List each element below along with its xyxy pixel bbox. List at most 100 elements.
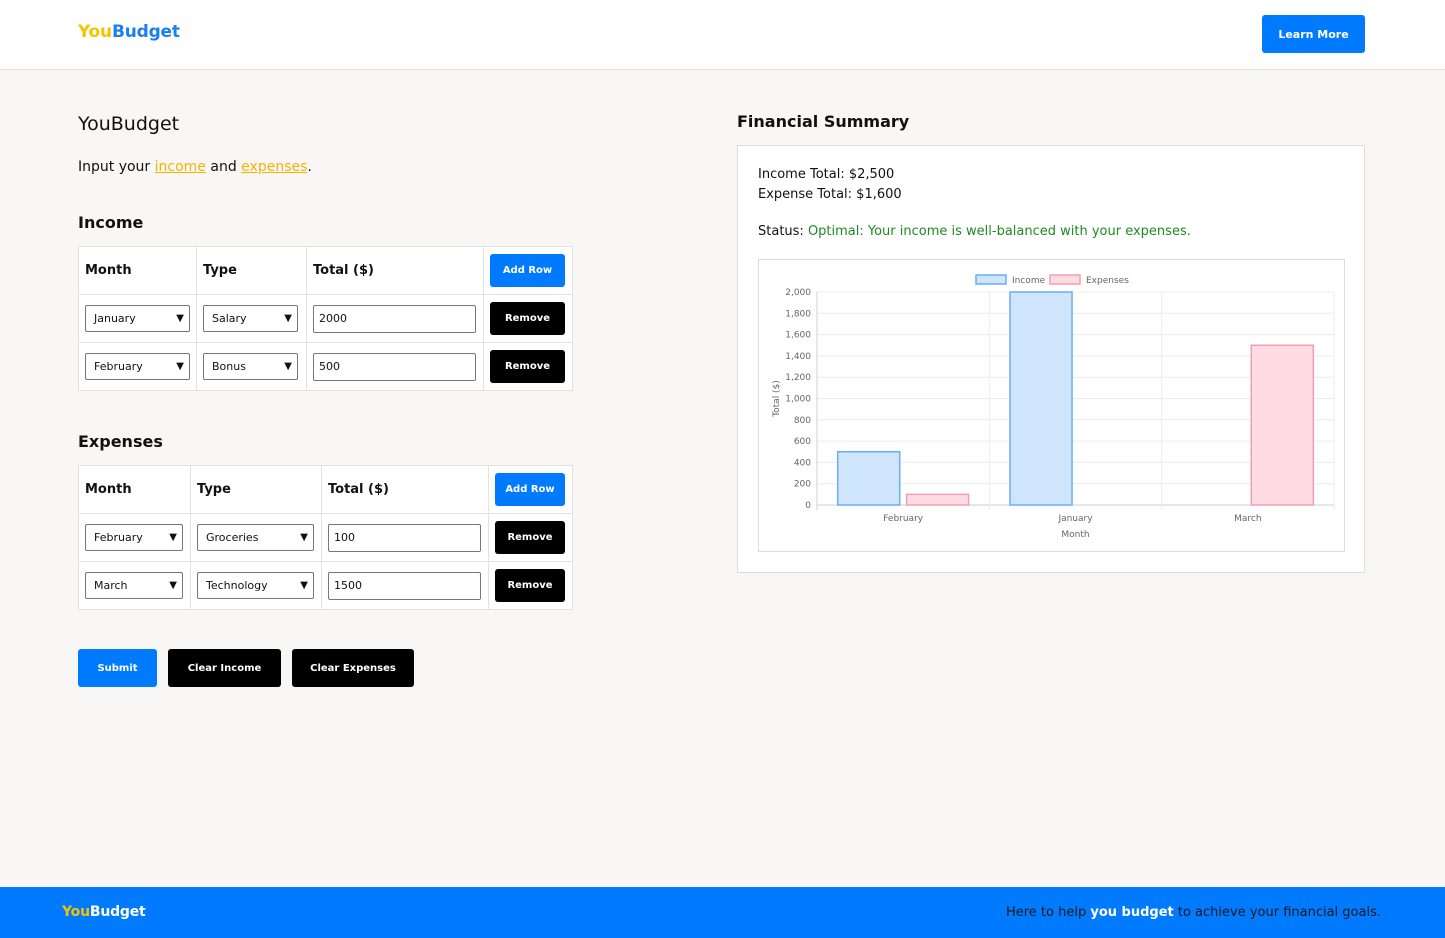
table-row: February ▼ Bonus ▼ 500 Remove xyxy=(78,342,573,391)
table-row: February ▼ Groceries ▼ 100 Remove xyxy=(78,513,573,562)
chevron-down-icon: ▼ xyxy=(300,580,308,591)
select-value: Bonus xyxy=(212,360,246,373)
footer-tagline: Here to help you budget to achieve your … xyxy=(1006,905,1381,920)
type-select[interactable]: Technology ▼ xyxy=(197,572,314,599)
income-total-text: Income Total: $2,500 xyxy=(758,167,895,182)
footer-logo-part-budget: Budget xyxy=(89,904,146,920)
y-tick-label: 1,400 xyxy=(785,352,811,362)
clear-expenses-button[interactable]: Clear Expenses xyxy=(292,649,414,687)
select-value: Salary xyxy=(212,312,247,325)
x-tick-label: March xyxy=(1234,514,1261,524)
total-input[interactable]: 100 xyxy=(328,523,481,552)
table-row: January ▼ Salary ▼ 2000 Remove xyxy=(78,294,573,343)
expenses-table: Month Type Total ($) Add Row February ▼ G… xyxy=(78,465,573,610)
page-title: YouBudget xyxy=(78,113,180,135)
chevron-down-icon: ▼ xyxy=(169,580,177,591)
footer-logo-part-you: You xyxy=(62,904,90,920)
x-tick-label: January xyxy=(1057,514,1093,524)
month-select[interactable]: February ▼ xyxy=(85,353,190,380)
income-section-title: Income xyxy=(78,213,144,232)
remove-cell: Remove xyxy=(483,342,573,391)
bar-chart: 0 200 400 600 800 1,000 1,200 1,400 1,600 1,800 2,… xyxy=(772,274,1335,540)
type-select[interactable]: Bonus ▼ xyxy=(203,353,298,380)
remove-row-button[interactable]: Remove xyxy=(495,569,565,602)
y-tick-label: 1,200 xyxy=(785,373,811,383)
income-table: Month Type Total ($) Add Row January ▼ Sa… xyxy=(78,246,573,391)
footer-tag-after: to achieve your financial goals. xyxy=(1173,905,1381,920)
remove-row-button[interactable]: Remove xyxy=(490,350,565,383)
month-select[interactable]: January ▼ xyxy=(85,305,190,332)
clear-income-button[interactable]: Clear Income xyxy=(168,649,281,687)
select-value: February xyxy=(94,531,143,544)
x-axis-title: Month xyxy=(1061,530,1089,540)
legend-swatch-income xyxy=(975,274,1007,285)
remove-cell: Remove xyxy=(483,294,573,343)
total-input[interactable]: 500 xyxy=(313,352,476,381)
add-row-cell: Add Row xyxy=(488,465,573,514)
total-input[interactable]: 1500 xyxy=(328,571,481,600)
submit-button[interactable]: Submit xyxy=(78,649,157,687)
column-header-type: Type xyxy=(190,465,322,514)
footer-logo[interactable]: YouBudget xyxy=(62,904,146,920)
status-value: Optimal: Your income is well-balanced wi… xyxy=(807,224,1191,239)
expenses-add-row-button[interactable]: Add Row xyxy=(495,473,565,506)
x-tick-label: February xyxy=(883,514,924,524)
brand-logo[interactable]: YouBudget xyxy=(78,22,180,42)
legend-swatch-expenses xyxy=(1049,274,1081,285)
bar-expenses-february xyxy=(905,493,970,506)
column-header-total: Total ($) xyxy=(306,246,484,295)
expenses-section-title: Expenses xyxy=(78,432,163,451)
month-select[interactable]: February ▼ xyxy=(85,524,183,551)
month-select[interactable]: March ▼ xyxy=(85,572,183,599)
type-select[interactable]: Groceries ▼ xyxy=(197,524,314,551)
add-row-cell: Add Row xyxy=(483,246,573,295)
expenses-link[interactable]: expenses xyxy=(241,159,307,175)
y-tick-label: 1,600 xyxy=(785,331,811,341)
chevron-down-icon: ▼ xyxy=(284,361,292,372)
chevron-down-icon: ▼ xyxy=(176,361,184,372)
expense-total-text: Expense Total: $1,600 xyxy=(758,187,902,202)
total-input[interactable]: 2000 xyxy=(313,304,476,333)
top-header: YouBudget Learn More xyxy=(0,0,1445,70)
column-header-month: Month xyxy=(78,246,197,295)
income-add-row-button[interactable]: Add Row xyxy=(490,254,565,287)
chevron-down-icon: ▼ xyxy=(176,313,184,324)
month-cell: February ▼ xyxy=(78,513,191,562)
select-value: March xyxy=(94,579,128,592)
status-label: Status: xyxy=(758,224,808,239)
bar-income-february xyxy=(836,451,901,506)
remove-row-button[interactable]: Remove xyxy=(495,521,565,554)
y-tick-label: 800 xyxy=(794,416,811,426)
summary-chart: 0 200 400 600 800 1,000 1,200 1,400 1,600 1,800 2,… xyxy=(758,259,1345,552)
y-tick-label: 400 xyxy=(794,458,811,468)
type-cell: Bonus ▼ xyxy=(196,342,307,391)
table-header-row: Month Type Total ($) Add Row xyxy=(78,246,573,295)
page-footer: YouBudget Here to help you budget to ach… xyxy=(0,887,1445,938)
table-header-row: Month Type Total ($) Add Row xyxy=(78,465,573,514)
chevron-down-icon: ▼ xyxy=(300,532,308,543)
intro-suffix: . xyxy=(307,159,312,175)
column-header-total: Total ($) xyxy=(321,465,489,514)
chevron-down-icon: ▼ xyxy=(284,313,292,324)
status-line: Status: Optimal: Your income is well-bal… xyxy=(758,224,1191,239)
brand-logo-part-you: You xyxy=(78,22,112,42)
select-value: February xyxy=(94,360,143,373)
learn-more-button[interactable]: Learn More xyxy=(1262,15,1365,53)
y-tick-label: 0 xyxy=(805,501,811,511)
month-cell: January ▼ xyxy=(78,294,197,343)
select-value: Technology xyxy=(206,579,268,592)
y-tick-label: 1,000 xyxy=(785,395,811,405)
remove-row-button[interactable]: Remove xyxy=(490,302,565,335)
column-header-type: Type xyxy=(196,246,307,295)
intro-text: Input your income and expenses. xyxy=(78,159,312,175)
y-axis-title: Total ($) xyxy=(772,380,782,418)
y-tick-label: 1,800 xyxy=(785,309,811,319)
income-link[interactable]: income xyxy=(155,159,206,175)
type-cell: Technology ▼ xyxy=(190,561,322,610)
select-value: Groceries xyxy=(206,531,259,544)
y-tick-label: 2,000 xyxy=(785,288,811,298)
total-cell: 500 xyxy=(306,342,484,391)
type-select[interactable]: Salary ▼ xyxy=(203,305,298,332)
total-cell: 1500 xyxy=(321,561,489,610)
remove-cell: Remove xyxy=(488,561,573,610)
